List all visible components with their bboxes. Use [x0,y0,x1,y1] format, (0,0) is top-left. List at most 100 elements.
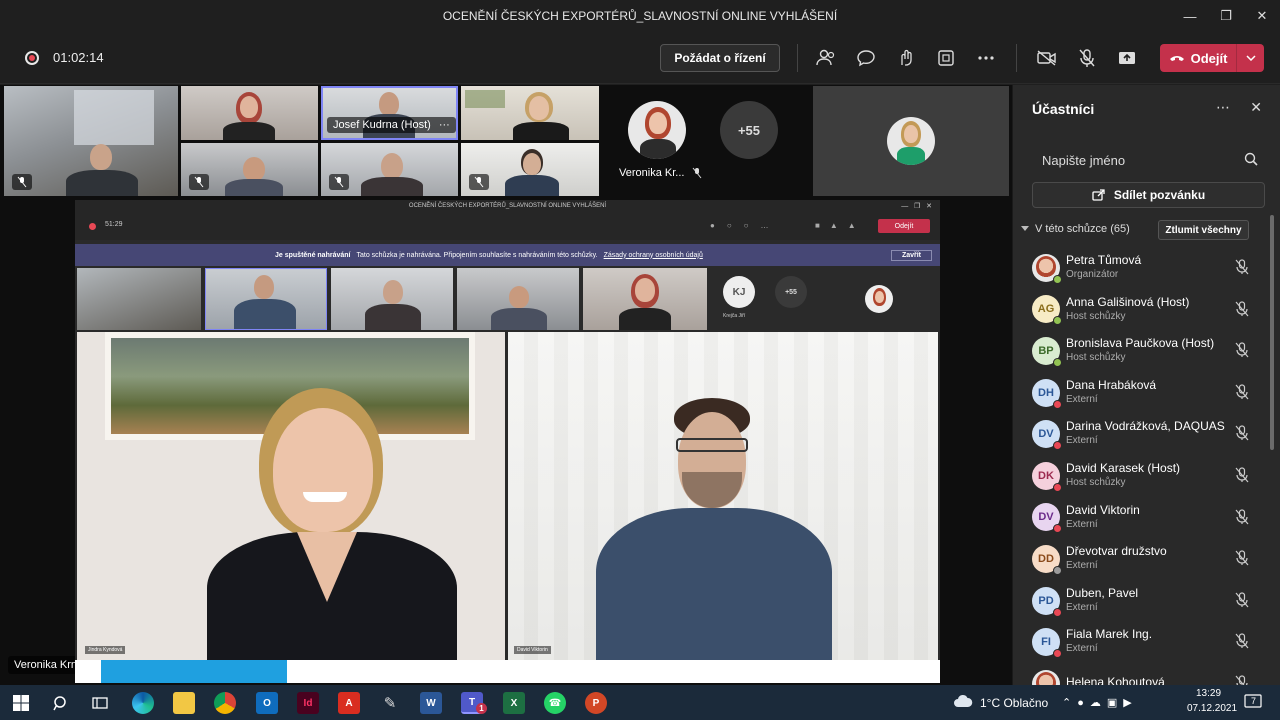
search-input[interactable]: Napište jméno [1032,149,1268,171]
chrome-icon[interactable] [214,692,236,714]
leave-label: Odejít [1190,50,1228,66]
chat-icon[interactable] [854,46,878,70]
participant-row[interactable]: PD Duben, Pavel Externí [1013,580,1275,622]
windows-taskbar: O Id A ✎ W T 1 X ☎ P 1°C Oblačno ⌃●☁▣▶ 1… [0,685,1280,720]
edge-icon[interactable] [132,692,154,714]
participant-row[interactable]: DV Darina Vodrážková, DAQUAS Externí [1013,413,1275,455]
acrobat-icon[interactable]: A [338,692,360,714]
shared-toolbar-icons: ●○○… [710,221,781,230]
outlook-icon[interactable]: O [256,692,278,714]
more-icon[interactable]: ··· [439,119,450,131]
whatsapp-icon[interactable]: ☎ [544,692,566,714]
presence-status-icon [1053,399,1062,409]
participant-name: Dřevotvar družstvo [1066,544,1167,559]
panel-scrollbar[interactable] [1270,215,1274,450]
active-host-tile[interactable]: Josef Kudrna (Host) ··· [321,86,458,140]
participant-row[interactable]: DD Dřevotvar družstvo Externí [1013,538,1275,580]
mic-off-icon[interactable] [1235,467,1249,488]
participant-row[interactable]: DK David Karasek (Host) Host schůzky [1013,455,1275,497]
mic-off-icon[interactable] [1235,633,1249,654]
word-icon[interactable]: W [420,692,442,714]
minimize-icon[interactable]: — [1172,0,1208,32]
excel-icon[interactable]: X [503,692,525,714]
participant-avatar: DH [1032,378,1062,409]
close-icon[interactable]: ✕ [1250,99,1262,116]
participants-icon[interactable] [814,46,838,70]
rooms-icon[interactable] [934,46,958,70]
video-tile[interactable] [461,86,599,140]
avatar-body [897,147,925,165]
camera-off-icon[interactable] [1035,46,1059,70]
video-tile[interactable] [813,86,1009,196]
search-icon[interactable] [50,692,72,714]
participant-body [596,508,832,660]
mic-off-icon[interactable] [1235,508,1249,530]
share-screen-icon[interactable] [1115,46,1139,70]
file-explorer-icon[interactable] [173,692,195,714]
participant-row[interactable]: AG Anna Gališinová (Host) Host schůzky [1013,289,1275,331]
avatar-initials: BP [1038,344,1054,357]
participant-row[interactable]: DH Dana Hrabáková Externí [1013,372,1275,414]
mic-off-icon[interactable] [1235,384,1249,405]
participant-role: Externí [1066,518,1098,530]
paint-icon[interactable]: ✎ [379,692,401,714]
shared-window-controls: — ❐ ✕ [901,203,932,210]
mic-off-icon[interactable] [1235,550,1249,571]
mic-off-icon[interactable] [1235,259,1249,280]
participant-avatar: DV [1032,420,1062,451]
mic-off-icon[interactable] [1235,425,1249,446]
teams-icon[interactable]: T 1 [461,692,487,714]
powerpoint-icon[interactable]: P [585,692,607,714]
share-icon [1092,189,1105,201]
clock-date[interactable]: 07.12.2021 [1187,703,1237,714]
recording-icon [25,51,39,65]
avatar-initials: AG [1037,303,1055,316]
tray-icons[interactable]: ⌃●☁▣▶ [1062,696,1138,709]
request-control-button[interactable]: Požádat o řízení [660,44,780,72]
meeting-toolbar: 01:02:14 Požádat o řízení Odejít [0,32,1280,84]
leave-button[interactable]: Odejít [1160,44,1264,72]
avatar-face [904,125,918,143]
mic-off-icon[interactable] [1235,300,1249,322]
shared-window-title: OCENĚNÍ ČESKÝCH EXPORTÉRŮ_SLAVNOSTNÍ ONL… [75,200,940,212]
mic-off-icon [189,174,209,190]
shared-toolbar: 51:29 ●○○… ■▲▲ Odejít [75,212,940,240]
windows-start-icon[interactable] [10,692,32,714]
video-tile[interactable] [181,86,318,140]
indesign-icon[interactable]: Id [297,692,319,714]
shared-timer: 51:29 [105,221,123,228]
reactions-icon[interactable] [894,46,918,70]
mic-off-icon[interactable] [1235,592,1249,613]
participant-row[interactable]: FI Fiala Marek Ing. Externí [1013,621,1275,663]
maximize-icon[interactable]: ❐ [1208,0,1244,32]
mic-off-icon[interactable] [1075,46,1099,70]
mute-all-button[interactable]: Ztlumit všechny [1158,220,1249,240]
clock-time[interactable]: 13:29 [1196,688,1221,699]
notification-icon[interactable]: 7 [1244,694,1264,712]
shared-overflow: +55 [775,276,807,308]
participant-row[interactable]: DV David Viktorin Externí [1013,497,1275,539]
video-tile[interactable] [461,143,599,196]
participant-row[interactable]: BP Bronislava Paučkova (Host) Host schůzky [1013,330,1275,372]
more-icon[interactable]: ⋯ [1216,99,1230,116]
overflow-participants-button[interactable]: +55 [720,101,778,159]
blue-banner [101,660,287,683]
mic-off-icon[interactable] [1235,342,1249,363]
presence-status-icon [1053,565,1062,575]
participant-body [225,179,283,196]
participant-avatar[interactable] [628,101,686,159]
toolbar-separator [1016,44,1017,72]
section-header[interactable]: V této schůzce (65) [1021,223,1130,235]
chevron-down-icon[interactable] [1236,44,1264,72]
participant-row[interactable]: Petra Tůmová Organizátor [1013,247,1275,289]
video-tile[interactable] [4,86,178,196]
weather-text[interactable]: 1°C Oblačno [980,696,1048,710]
video-tile[interactable] [321,143,458,196]
close-icon[interactable]: ✕ [1244,0,1280,32]
share-invite-button[interactable]: Sdílet pozvánku [1032,182,1265,208]
participant-avatar: DK [1032,461,1062,492]
mic-off-icon [469,174,489,190]
task-view-icon[interactable] [89,692,111,714]
more-icon[interactable] [974,46,998,70]
video-tile[interactable] [181,143,318,196]
